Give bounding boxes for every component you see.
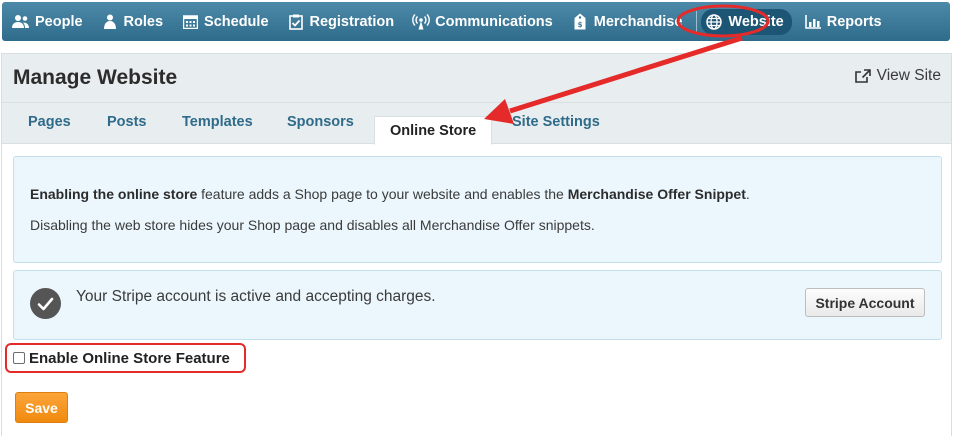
nav-item-people[interactable]: People [12,10,83,34]
check-circle-icon [30,288,61,319]
people-icon [12,14,30,30]
nav-item-merchandise[interactable]: $ Merchandise [571,10,683,34]
info-text-end: . [745,186,750,202]
nav-label: Reports [826,13,882,30]
stripe-account-button[interactable]: Stripe Account [805,288,925,317]
panel-header: Manage Website View Site [2,54,951,103]
tab-online-store[interactable]: Online Store [374,116,493,145]
tabs: Pages Posts Templates Sponsors Online St… [2,103,951,145]
nav-divider [696,10,698,33]
external-link-icon [854,69,871,83]
nav-label: Roles [123,13,164,30]
nav-label: Registration [309,13,395,30]
tab-site-settings[interactable]: Site Settings [512,114,600,130]
nav-item-communications[interactable]: Communications [412,10,553,34]
nav-item-registration[interactable]: Registration [287,10,395,34]
nav-label: Website [728,13,784,30]
info-disable-text: Disabling the web store hides your Shop … [30,217,595,233]
info-bold-term: Enabling the online store [30,186,198,202]
broadcast-icon [412,13,430,30]
info-enable-text: Enabling the online store feature adds a… [30,186,750,202]
nav-item-roles[interactable]: Roles [101,10,164,34]
svg-text:$: $ [577,21,582,29]
manage-website-panel: Manage Website View Site Pages Posts Tem… [1,53,952,436]
stripe-status-box: Your Stripe account is active and accept… [13,270,942,340]
view-site-label: View Site [876,67,941,84]
info-bold-snippet: Merchandise Offer Snippet [567,186,746,202]
bar-chart-icon [804,14,822,30]
nav-item-website[interactable]: Website [701,8,792,35]
nav-label: Communications [435,13,553,30]
nav-label: Schedule [204,13,269,30]
tab-sponsors[interactable]: Sponsors [287,114,354,130]
enable-online-store-row[interactable]: Enable Online Store Feature [5,343,246,373]
clipboard-check-icon [287,14,305,30]
price-tag-icon: $ [571,13,589,30]
view-site-link[interactable]: View Site [854,67,941,85]
globe-icon [705,13,723,30]
nav-label: People [35,13,83,30]
nav-label: Merchandise [593,13,683,30]
save-button[interactable]: Save [15,392,68,423]
tab-posts[interactable]: Posts [107,114,147,130]
top-nav: People Roles Schedule Registration Commu… [2,2,950,41]
info-text: feature adds a Shop page to your website… [197,186,568,202]
page-title: Manage Website [13,66,178,89]
roles-icon [101,14,119,30]
online-store-info: Enabling the online store feature adds a… [13,156,942,263]
nav-item-reports[interactable]: Reports [804,10,882,34]
calendar-icon [181,14,199,30]
tab-templates[interactable]: Templates [182,114,253,130]
nav-item-schedule[interactable]: Schedule [181,10,269,34]
enable-online-store-label[interactable]: Enable Online Store Feature [29,350,230,367]
tab-pages[interactable]: Pages [28,114,71,130]
stripe-status-text: Your Stripe account is active and accept… [76,288,436,305]
enable-online-store-checkbox[interactable] [13,352,25,364]
